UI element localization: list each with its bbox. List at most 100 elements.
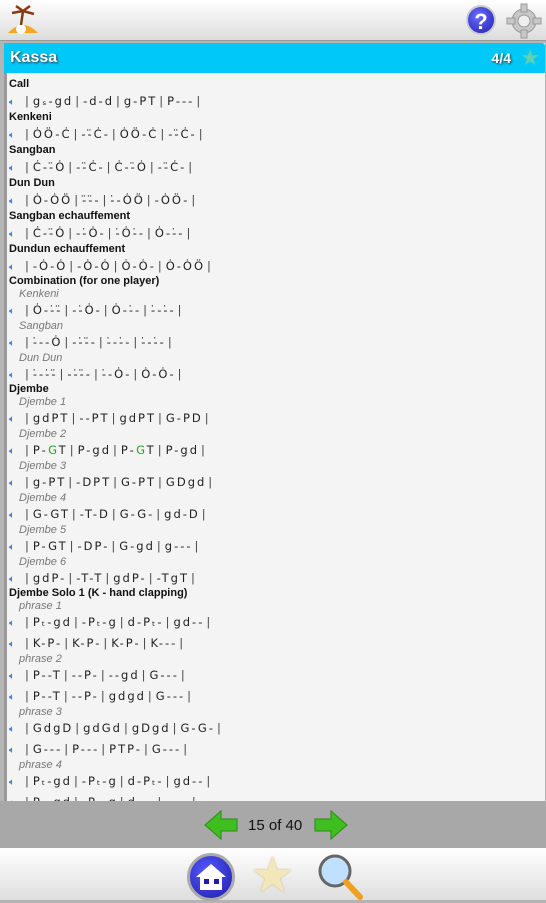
bar-line: | bbox=[177, 367, 184, 381]
measure: gdP- bbox=[113, 571, 147, 585]
bar-line: | bbox=[186, 226, 193, 240]
bottom-toolbar: ★ bbox=[0, 848, 546, 901]
bar-line: | bbox=[73, 615, 80, 629]
measure: Ċ--̈Ȯ bbox=[32, 160, 67, 174]
bar-line: | bbox=[119, 615, 126, 629]
bar-line: | bbox=[111, 127, 118, 141]
measure: G--- bbox=[149, 668, 179, 682]
measure: P--T bbox=[32, 689, 62, 703]
part-label: phrase 1 bbox=[19, 600, 62, 612]
bar-line: | bbox=[119, 774, 126, 788]
bar-line: | bbox=[74, 193, 81, 207]
bar-line: | bbox=[64, 335, 71, 349]
bar-line: | bbox=[25, 443, 31, 457]
rhythm-counter: 4/4 bbox=[491, 50, 511, 66]
measure: -DPT bbox=[76, 475, 112, 489]
bar-line: | bbox=[68, 226, 75, 240]
measure: -̇--Ȯ bbox=[32, 335, 63, 349]
measure: -̇-Ȯ- bbox=[101, 367, 132, 381]
bar-line: | bbox=[180, 668, 187, 682]
magnifier-icon[interactable] bbox=[315, 852, 365, 900]
favorite-star-icon[interactable]: ★ bbox=[520, 46, 540, 70]
measure: Ċ--̈Ȯ bbox=[32, 226, 67, 240]
bar-line: | bbox=[159, 94, 166, 108]
notation-row: 🔈︎ | gdP- | -T-T | gdP- | -TgT | bbox=[9, 569, 539, 587]
bar-line: | bbox=[71, 411, 78, 425]
bar-line: | bbox=[100, 668, 107, 682]
arrow-left-icon[interactable] bbox=[203, 809, 239, 841]
part-label: Dun Dun bbox=[19, 352, 63, 364]
part-label: Djembe 3 bbox=[19, 460, 67, 472]
measure: -Pₜ-g bbox=[81, 615, 118, 629]
measure: -T-D bbox=[79, 507, 110, 521]
help-button[interactable]: ? bbox=[466, 5, 496, 35]
bar-line: | bbox=[179, 636, 186, 650]
arrow-right-icon[interactable] bbox=[313, 809, 349, 841]
bar-line: | bbox=[25, 127, 31, 141]
bar-line: | bbox=[141, 668, 148, 682]
bar-line: | bbox=[25, 774, 31, 788]
measure: -TgT bbox=[156, 571, 190, 585]
bar-line: | bbox=[201, 507, 208, 521]
measure: G-gd bbox=[119, 539, 155, 553]
bar-line: | bbox=[68, 475, 75, 489]
bar-line: | bbox=[25, 475, 31, 489]
bar-line: | bbox=[111, 507, 118, 521]
accent-note: G bbox=[136, 443, 147, 457]
favorites-star-button[interactable]: ★ bbox=[250, 850, 295, 900]
bar-line: | bbox=[142, 636, 149, 650]
measure: --̈Ċ- bbox=[168, 127, 197, 141]
speaker-icon[interactable]: 🔈︎ bbox=[9, 792, 23, 801]
bar-line: | bbox=[103, 636, 110, 650]
bar-line: | bbox=[59, 367, 66, 381]
bar-line: | bbox=[100, 689, 107, 703]
bar-line: | bbox=[25, 571, 31, 585]
bar-line: | bbox=[206, 615, 213, 629]
bar-line: | bbox=[165, 615, 172, 629]
measure: G-GT bbox=[32, 507, 70, 521]
bar-line: | bbox=[25, 668, 31, 682]
notation-row: 🔈︎ | K-P- | K-P- | K-P- | K--- | bbox=[9, 631, 539, 652]
measure: P-gd bbox=[77, 443, 111, 457]
measure: -ȮÖ- bbox=[154, 193, 190, 207]
measure: -d-d bbox=[83, 94, 114, 108]
measure: Pₜ-gd bbox=[32, 615, 72, 629]
bar-line: | bbox=[69, 443, 76, 457]
bar-line: | bbox=[183, 742, 190, 756]
bar-line: | bbox=[160, 127, 167, 141]
measure: --̇-̈- bbox=[72, 335, 97, 349]
measure: -̇--̇- bbox=[151, 303, 176, 317]
bar-line: | bbox=[68, 160, 75, 174]
notation-row: 🔈︎ | Ċ--̈Ȯ | --̇Ȯ- | -̇Ȯ-̇- | Ȯ--̇- | bbox=[9, 224, 539, 242]
measure: -̇--̇-̈ bbox=[32, 367, 58, 381]
notation-row: 🔈︎ | Ȯ--̇-̈ | --̇Ȯ- | Ȯ--̇- | -̇--̇- | bbox=[9, 301, 539, 319]
top-toolbar: ? bbox=[0, 0, 546, 41]
bar-line: | bbox=[201, 443, 207, 457]
bar-line: | bbox=[68, 571, 75, 585]
rhythm-title: Kassa bbox=[10, 49, 58, 66]
part-label: phrase 2 bbox=[19, 653, 62, 665]
palm-tree-logo-icon[interactable] bbox=[6, 3, 40, 37]
bar-line: | bbox=[188, 160, 195, 174]
bar-line: | bbox=[106, 160, 113, 174]
bar-line: | bbox=[198, 127, 205, 141]
bar-line: | bbox=[143, 303, 150, 317]
bar-line: | bbox=[64, 742, 71, 756]
measure: G-G- bbox=[180, 721, 215, 735]
bar-line: | bbox=[113, 259, 120, 273]
part-label: Kenkeni bbox=[19, 288, 59, 300]
measure: -T-T bbox=[76, 571, 104, 585]
bar-line: | bbox=[25, 259, 31, 273]
bar-line: | bbox=[69, 539, 76, 553]
bar-line: | bbox=[165, 774, 172, 788]
section-title: Djembe Solo 1 (K - hand clapping) bbox=[9, 587, 188, 599]
gear-icon[interactable] bbox=[506, 3, 542, 39]
notation-row: 🔈︎ | P-GT | P-gd | P-GT | P-gd | bbox=[9, 441, 539, 459]
measure: G-PD bbox=[165, 411, 203, 425]
bar-line: | bbox=[25, 160, 31, 174]
home-button[interactable] bbox=[187, 853, 235, 901]
notation-row: 🔈︎ | GdgD | gdGd | gDgd | G-G- | bbox=[9, 719, 539, 737]
notation-list[interactable]: Call 🔈︎ | gₛ-gd | -d-d | g-PT | P--- | Kenkeni 🔈︎ | ȮÖ… bbox=[9, 77, 539, 801]
bar-line: | bbox=[102, 193, 109, 207]
bar-line: | bbox=[148, 571, 155, 585]
